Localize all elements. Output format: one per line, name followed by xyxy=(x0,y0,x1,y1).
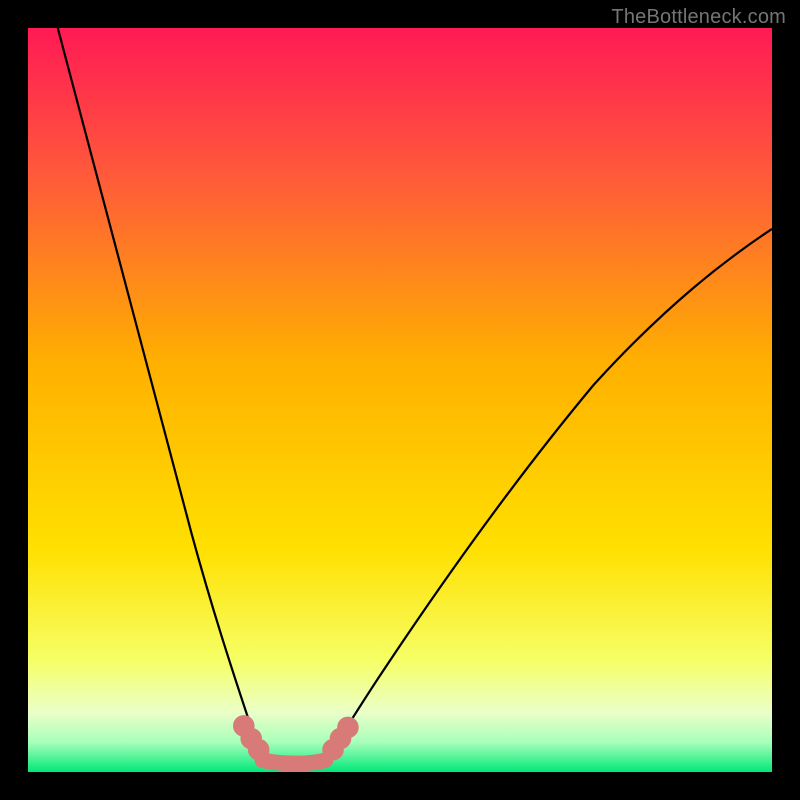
bottleneck-chart xyxy=(28,28,772,772)
gradient-background xyxy=(28,28,772,772)
source-watermark: TheBottleneck.com xyxy=(611,6,786,29)
chart-frame: TheBottleneck.com xyxy=(0,0,800,800)
